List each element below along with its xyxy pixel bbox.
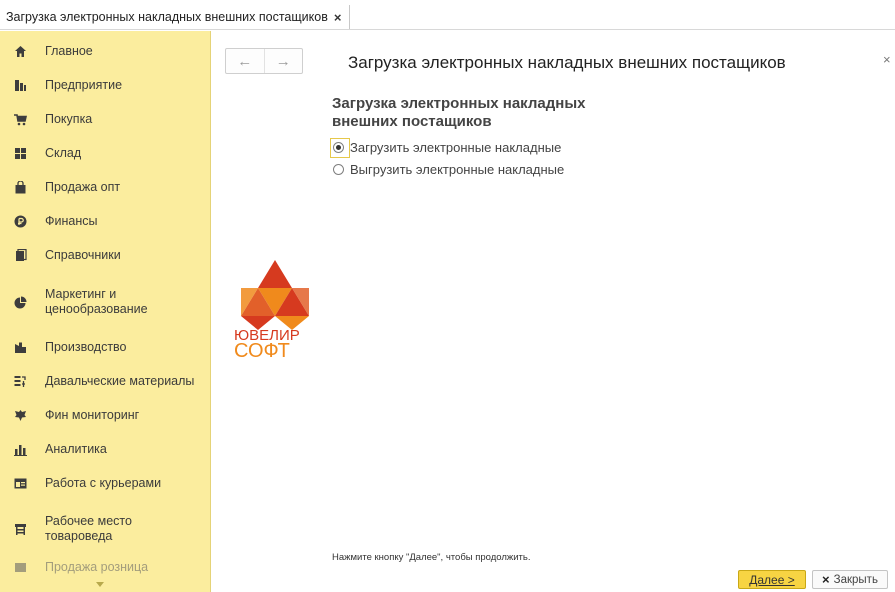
sidebar-item-warehouse[interactable]: Склад xyxy=(0,143,210,163)
factory-icon xyxy=(13,340,27,354)
sidebar-item-enterprise[interactable]: Предприятие xyxy=(0,75,210,95)
sidebar-item-couriers[interactable]: Работа с курьерами xyxy=(0,473,210,493)
cart-icon xyxy=(13,112,27,126)
sidebar-item-purchase[interactable]: Покупка xyxy=(0,109,210,129)
radio-load-invoices[interactable]: Загрузить электронные накладные xyxy=(333,140,561,155)
warehouse-icon xyxy=(13,146,27,160)
tab-active[interactable]: Загрузка электронных накладных внешних п… xyxy=(0,5,351,29)
catalog-icon xyxy=(13,248,27,262)
close-button[interactable]: × Закрыть xyxy=(812,570,888,589)
radio-label: Загрузить электронные накладные xyxy=(350,140,562,155)
sidebar-item-label: Работа с курьерами xyxy=(45,475,162,490)
sidebar-item-label: Финансы xyxy=(45,213,98,228)
sidebar-item-fin-monitoring[interactable]: Фин мониторинг xyxy=(0,405,210,425)
sidebar-item-label: Маркетинг и ценообразование xyxy=(45,287,148,316)
history-nav: ← → xyxy=(225,48,303,74)
sidebar-item-label: Фин мониторинг xyxy=(45,407,140,422)
emblem-icon xyxy=(13,408,27,422)
sidebar-item-analytics[interactable]: Аналитика xyxy=(0,439,210,459)
tab-bar: Загрузка электронных накладных внешних п… xyxy=(0,0,895,30)
sidebar-item-retail[interactable]: Продажа розница xyxy=(0,557,210,577)
hint-text: Нажмите кнопку "Далее", чтобы продолжить… xyxy=(332,552,531,563)
sidebar: Главное Предприятие Покупка Склад Продаж… xyxy=(0,31,211,592)
close-icon: × xyxy=(822,572,830,587)
form-heading: Загрузка электронных накладных внешних п… xyxy=(332,95,586,130)
radio-unchecked-icon[interactable] xyxy=(333,164,344,175)
close-button-label: Закрыть xyxy=(833,573,878,586)
sidebar-item-catalogs[interactable]: Справочники xyxy=(0,245,210,265)
tab-title: Загрузка электронных накладных внешних п… xyxy=(6,10,328,24)
retail-icon xyxy=(13,560,27,574)
back-button[interactable]: ← xyxy=(226,49,264,73)
sidebar-item-production[interactable]: Производство xyxy=(0,337,210,357)
sidebar-item-label: Предприятие xyxy=(45,77,123,92)
form-title: Загрузка электронных накладных внешних п… xyxy=(348,53,786,72)
sidebar-item-label: Производство xyxy=(45,339,127,354)
sidebar-item-marketing[interactable]: Маркетинг и ценообразование xyxy=(0,286,210,318)
sidebar-item-label: Аналитика xyxy=(45,441,107,456)
sidebar-item-materials[interactable]: Давальческие материалы xyxy=(0,371,210,391)
sidebar-item-label: Рабочее место товароведа xyxy=(45,514,132,543)
pie-chart-icon xyxy=(13,295,27,309)
sidebar-item-label: Покупка xyxy=(45,111,93,126)
sidebar-item-label: Склад xyxy=(45,145,82,160)
workplace-icon xyxy=(13,522,27,536)
juvelir-soft-logo: ЮВЕЛИР СОФТ xyxy=(234,260,309,358)
sidebar-item-label: Справочники xyxy=(45,247,121,262)
bar-chart-icon xyxy=(13,442,27,456)
bag-icon xyxy=(13,180,27,194)
sidebar-item-label: Главное xyxy=(45,43,93,58)
next-button[interactable]: Далее > xyxy=(738,570,806,589)
sidebar-item-wholesale[interactable]: Продажа опт xyxy=(0,177,210,197)
sidebar-scroll-down-icon[interactable] xyxy=(96,582,104,587)
home-icon xyxy=(13,44,27,58)
ruble-icon xyxy=(13,214,27,228)
forward-button[interactable]: → xyxy=(263,49,303,73)
sidebar-item-merchandiser[interactable]: Рабочее место товароведа xyxy=(0,513,210,545)
tab-divider xyxy=(0,29,895,30)
radio-label: Выгрузить электронные накладные xyxy=(350,162,565,177)
sidebar-item-finance[interactable]: Финансы xyxy=(0,211,210,231)
form-close-icon[interactable]: × xyxy=(883,52,891,67)
radio-export-invoices[interactable]: Выгрузить электронные накладные xyxy=(333,162,564,177)
next-button-label: Далее > xyxy=(749,572,795,587)
tab-close-icon[interactable]: × xyxy=(334,10,342,25)
enterprise-icon xyxy=(13,78,27,92)
radio-checked-icon[interactable] xyxy=(333,142,344,153)
logo-line2: СОФТ xyxy=(234,340,290,358)
sidebar-item-label: Продажа розница xyxy=(45,559,149,574)
courier-icon xyxy=(13,476,27,490)
sidebar-item-label: Давальческие материалы xyxy=(45,373,195,388)
materials-icon xyxy=(13,374,27,388)
sidebar-item-main[interactable]: Главное xyxy=(0,41,210,61)
sidebar-item-label: Продажа опт xyxy=(45,179,121,194)
